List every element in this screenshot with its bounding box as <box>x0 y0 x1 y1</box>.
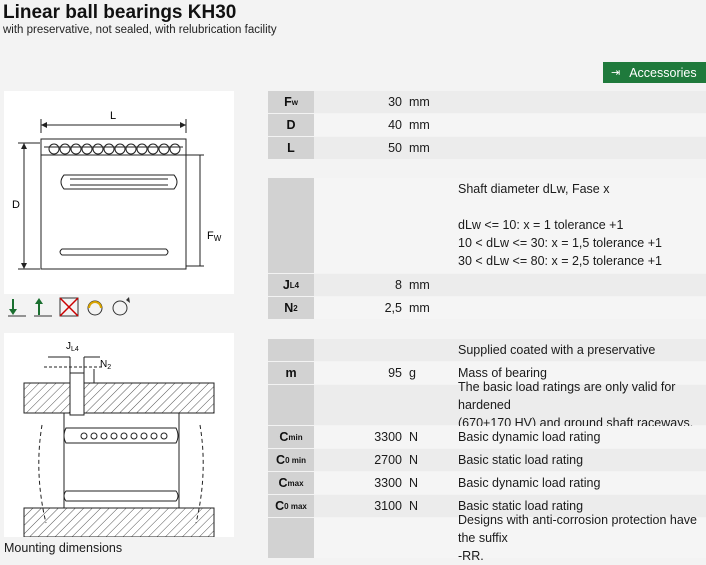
unit-cmax: N <box>406 472 455 494</box>
label-N2: N2 <box>100 359 111 371</box>
spec-row-n2: N2 2,5 mm <box>268 297 706 319</box>
spec-row-coated: Supplied coated with a preservative <box>268 339 706 361</box>
page-subtitle: with preservative, not sealed, with relu… <box>3 24 277 36</box>
spec-row-ratings-note: The basic load ratings are only valid fo… <box>268 380 706 430</box>
not-sealed-icon <box>58 296 80 318</box>
spec-row-cmax: Cmax 3300 N Basic dynamic load rating <box>268 472 706 494</box>
coated-note: Supplied coated with a preservative <box>455 339 706 361</box>
symbol-m: m <box>268 362 314 384</box>
symbol-l: L <box>268 137 314 159</box>
value-m: 95 <box>388 366 402 380</box>
value-cmax: 3300 <box>374 476 402 490</box>
spec-row-rr-note: Designs with anti-corrosion protection h… <box>268 513 706 563</box>
symbol-n2: N2 <box>268 297 314 319</box>
bearing-drawing-svg: L D FW <box>12 110 222 270</box>
value-n2: 2,5 <box>384 301 402 315</box>
spec-row-cmin: Cmin 3300 N Basic dynamic load rating <box>268 426 706 448</box>
radial-load-up-icon <box>32 296 54 318</box>
label-JL4: JL4 <box>66 341 79 353</box>
symbol-d: D <box>268 114 314 136</box>
label-L: L <box>110 110 116 122</box>
symbol-jl4: J L4 <box>268 274 314 296</box>
symbol-c0min: C0 min <box>268 449 314 471</box>
relubrication-icon <box>84 296 106 318</box>
rr-note: Designs with anti-corrosion protection h… <box>455 513 706 563</box>
value-c0min: 2700 <box>374 453 402 467</box>
page-title: Linear ball bearings KH30 <box>3 2 237 23</box>
mounting-drawing-svg: JL4 N2 <box>23 341 215 538</box>
symbol-c0max: C0 max <box>268 495 314 517</box>
desc-cmax: Basic dynamic load rating <box>455 472 706 494</box>
ratings-note: The basic load ratings are only valid fo… <box>455 380 706 430</box>
value-fw: 30 <box>388 95 402 109</box>
value-d: 40 <box>388 118 402 132</box>
accessories-button[interactable]: ⇥ Accessories <box>603 62 706 83</box>
mounting-drawing: JL4 N2 <box>4 333 234 538</box>
desc-c0min: Basic static load rating <box>455 449 706 471</box>
desc-cmin: Basic dynamic load rating <box>455 426 706 448</box>
unit-c0max: N <box>406 495 455 517</box>
spec-row-jl4: J L4 8 mm <box>268 274 706 296</box>
label-Fw: FW <box>207 230 222 243</box>
radial-load-down-icon <box>6 296 28 318</box>
symbol-cmax: Cmax <box>268 472 314 494</box>
rotation-icon <box>110 296 132 318</box>
unit-l: mm <box>406 137 455 159</box>
value-jl4: 8 <box>395 278 402 292</box>
symbol-cmin: Cmin <box>268 426 314 448</box>
symbol-fw: Fw <box>268 91 314 113</box>
spec-row-fw: Fw 30 mm <box>268 91 706 113</box>
unit-fw: mm <box>406 91 455 113</box>
mounting-dimensions-label: Mounting dimensions <box>4 541 123 555</box>
unit-m: g <box>406 362 455 384</box>
value-l: 50 <box>388 141 402 155</box>
unit-jl4: mm <box>406 274 455 296</box>
unit-c0min: N <box>406 449 455 471</box>
accessories-button-label: Accessories <box>629 65 697 80</box>
unit-n2: mm <box>406 297 455 319</box>
unit-cmin: N <box>406 426 455 448</box>
feature-icons <box>6 296 132 318</box>
unit-d: mm <box>406 114 455 136</box>
spec-row-l: L 50 mm <box>268 137 706 159</box>
shaft-note: Shaft diameter dLw, Fase x dLw <= 10: x … <box>455 178 706 273</box>
spec-row-shaft-note: Shaft diameter dLw, Fase x dLw <= 10: x … <box>268 178 706 273</box>
value-c0max: 3100 <box>374 499 402 513</box>
value-cmin: 3300 <box>374 430 402 444</box>
label-D: D <box>12 199 20 211</box>
spec-row-c0min: C0 min 2700 N Basic static load rating <box>268 449 706 471</box>
spec-row-d: D 40 mm <box>268 114 706 136</box>
login-arrow-icon: ⇥ <box>611 67 621 79</box>
bearing-drawing: L D FW <box>4 91 234 294</box>
